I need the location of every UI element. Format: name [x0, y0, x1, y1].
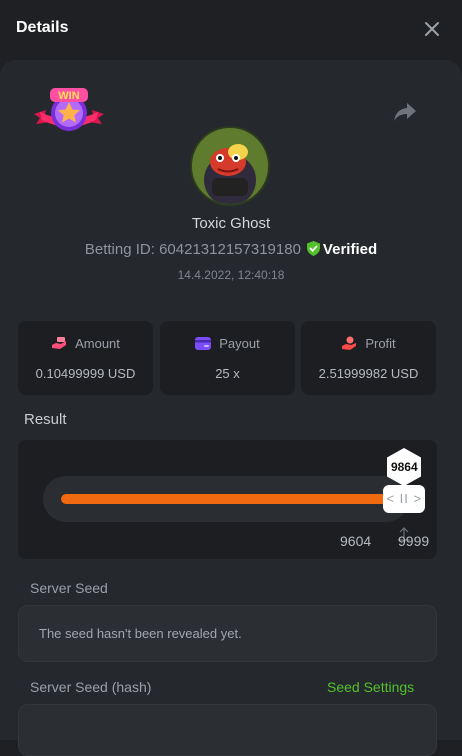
result-slider-fill	[61, 494, 405, 504]
betting-id-value: 60421312157319180	[159, 241, 301, 258]
verified-label: Verified	[322, 241, 378, 258]
money-hand-icon	[52, 337, 67, 349]
server-seed-label: Server Seed	[30, 580, 108, 596]
modal-title: Details	[16, 19, 69, 36]
server-seed-text: The seed hasn't been revealed yet.	[39, 626, 242, 641]
card-icon	[195, 337, 212, 350]
stat-payout-value: 25 x	[215, 366, 240, 381]
share-icon[interactable]	[393, 101, 417, 123]
result-value: 9864	[390, 460, 418, 474]
server-seed-hash-box	[18, 704, 437, 756]
server-seed-box: The seed hasn't been revealed yet.	[18, 605, 437, 662]
bet-timestamp: 14.4.2022, 12:40:18	[177, 268, 285, 282]
slider-handle-glyph: < II >	[386, 491, 423, 506]
close-icon[interactable]	[424, 21, 440, 37]
stat-profit-label: Profit	[365, 336, 396, 351]
stat-amount-value: 0.10499999 USD	[35, 366, 136, 381]
verified-shield-icon	[306, 241, 320, 256]
seed-settings-link[interactable]: Seed Settings	[327, 679, 414, 695]
stat-payout-label: Payout	[219, 336, 260, 351]
modal-header: Details	[0, 0, 462, 60]
betting-id-line: Betting ID: 60421312157319180 Verified	[0, 241, 462, 258]
stat-amount: Amount 0.10499999 USD	[18, 321, 153, 395]
server-seed-hash-label: Server Seed (hash)	[30, 679, 152, 695]
stat-profit: Profit 2.51999982 USD	[301, 321, 436, 395]
result-label: Result	[24, 411, 67, 428]
stat-amount-label: Amount	[75, 336, 120, 351]
stat-profit-value: 2.51999982 USD	[318, 366, 419, 381]
win-badge-text: WIN	[58, 90, 79, 102]
stat-payout: Payout 25 x	[160, 321, 295, 395]
profit-hand-icon	[342, 336, 357, 350]
avatar-image	[192, 128, 268, 204]
result-slider-handle[interactable]: < II >	[383, 485, 426, 513]
result-range-max: 9999	[398, 533, 430, 549]
avatar	[190, 126, 270, 206]
win-badge-icon: WIN	[34, 88, 104, 131]
result-range-min: 9604	[340, 533, 372, 549]
betting-id-label: Betting ID:	[84, 241, 155, 258]
username: Toxic Ghost	[191, 215, 271, 232]
